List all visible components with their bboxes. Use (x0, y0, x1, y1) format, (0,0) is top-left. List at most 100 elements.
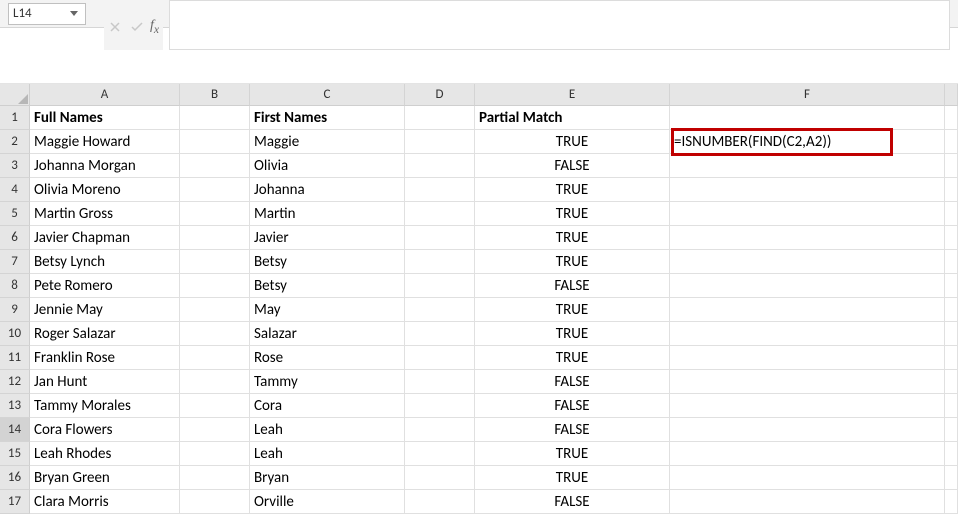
cell-F6[interactable] (670, 226, 945, 250)
fx-icon[interactable]: fx (150, 18, 159, 36)
cell-D4[interactable] (405, 178, 475, 202)
row-header[interactable]: 12 (0, 370, 30, 394)
cell-edge[interactable] (945, 106, 958, 130)
cell-C13[interactable]: Cora (250, 394, 405, 418)
cell-F4[interactable] (670, 178, 945, 202)
cell-edge[interactable] (945, 226, 958, 250)
cell-E10[interactable]: TRUE (475, 322, 670, 346)
cell-F14[interactable] (670, 418, 945, 442)
cell-A3[interactable]: Johanna Morgan (30, 154, 180, 178)
cell-F9[interactable] (670, 298, 945, 322)
cell-A9[interactable]: Jennie May (30, 298, 180, 322)
col-header-edge[interactable] (945, 84, 958, 106)
cell-D1[interactable] (405, 106, 475, 130)
cell-C9[interactable]: May (250, 298, 405, 322)
cell-E8[interactable]: FALSE (475, 274, 670, 298)
cell-E5[interactable]: TRUE (475, 202, 670, 226)
row-header[interactable]: 16 (0, 466, 30, 490)
cell-E6[interactable]: TRUE (475, 226, 670, 250)
cell-E4[interactable]: TRUE (475, 178, 670, 202)
cell-E7[interactable]: TRUE (475, 250, 670, 274)
cell-edge[interactable] (945, 370, 958, 394)
row-header[interactable]: 4 (0, 178, 30, 202)
cell-edge[interactable] (945, 346, 958, 370)
row-header[interactable]: 10 (0, 322, 30, 346)
cell-B4[interactable] (180, 178, 250, 202)
cell-F7[interactable] (670, 250, 945, 274)
cell-D17[interactable] (405, 490, 475, 514)
cell-F12[interactable] (670, 370, 945, 394)
cell-B14[interactable] (180, 418, 250, 442)
cell-B9[interactable] (180, 298, 250, 322)
row-header[interactable]: 2 (0, 130, 30, 154)
cell-E15[interactable]: TRUE (475, 442, 670, 466)
row-header[interactable]: 11 (0, 346, 30, 370)
cell-D9[interactable] (405, 298, 475, 322)
cell-E14[interactable]: FALSE (475, 418, 670, 442)
cell-edge[interactable] (945, 178, 958, 202)
cell-edge[interactable] (945, 394, 958, 418)
cell-B10[interactable] (180, 322, 250, 346)
cell-A14[interactable]: Cora Flowers (30, 418, 180, 442)
cell-B7[interactable] (180, 250, 250, 274)
cell-A4[interactable]: Olivia Moreno (30, 178, 180, 202)
cell-edge[interactable] (945, 274, 958, 298)
cell-A8[interactable]: Pete Romero (30, 274, 180, 298)
cell-edge[interactable] (945, 298, 958, 322)
cell-A16[interactable]: Bryan Green (30, 466, 180, 490)
cell-F5[interactable] (670, 202, 945, 226)
cell-C7[interactable]: Betsy (250, 250, 405, 274)
cell-B2[interactable] (180, 130, 250, 154)
cell-D14[interactable] (405, 418, 475, 442)
cell-D13[interactable] (405, 394, 475, 418)
cell-E12[interactable]: FALSE (475, 370, 670, 394)
cell-F1[interactable] (670, 106, 945, 130)
cell-A13[interactable]: Tammy Morales (30, 394, 180, 418)
cell-A6[interactable]: Javier Chapman (30, 226, 180, 250)
row-header[interactable]: 17 (0, 490, 30, 514)
cell-C10[interactable]: Salazar (250, 322, 405, 346)
cell-B11[interactable] (180, 346, 250, 370)
cell-E2[interactable]: TRUE (475, 130, 670, 154)
cell-E1[interactable]: Partial Match (475, 106, 670, 130)
cell-C3[interactable]: Olivia (250, 154, 405, 178)
cell-edge[interactable] (945, 202, 958, 226)
cell-B6[interactable] (180, 226, 250, 250)
cell-D10[interactable] (405, 322, 475, 346)
cell-D5[interactable] (405, 202, 475, 226)
cell-C2[interactable]: Maggie (250, 130, 405, 154)
col-header-C[interactable]: C (250, 84, 405, 106)
cell-C17[interactable]: Orville (250, 490, 405, 514)
cell-A5[interactable]: Martin Gross (30, 202, 180, 226)
cell-B5[interactable] (180, 202, 250, 226)
cell-E9[interactable]: TRUE (475, 298, 670, 322)
row-header[interactable]: 3 (0, 154, 30, 178)
cell-C5[interactable]: Martin (250, 202, 405, 226)
cell-B3[interactable] (180, 154, 250, 178)
row-header[interactable]: 15 (0, 442, 30, 466)
cell-F17[interactable] (670, 490, 945, 514)
cell-F15[interactable] (670, 442, 945, 466)
cell-A2[interactable]: Maggie Howard (30, 130, 180, 154)
cell-F11[interactable] (670, 346, 945, 370)
cell-D15[interactable] (405, 442, 475, 466)
cell-F3[interactable] (670, 154, 945, 178)
cell-C1[interactable]: First Names (250, 106, 405, 130)
cell-F2[interactable]: =ISNUMBER(FIND(C2,A2)) (670, 130, 945, 154)
cell-F8[interactable] (670, 274, 945, 298)
cell-C4[interactable]: Johanna (250, 178, 405, 202)
cell-D16[interactable] (405, 466, 475, 490)
cell-edge[interactable] (945, 250, 958, 274)
cell-A10[interactable]: Roger Salazar (30, 322, 180, 346)
cell-D7[interactable] (405, 250, 475, 274)
cell-B1[interactable] (180, 106, 250, 130)
cell-B12[interactable] (180, 370, 250, 394)
cell-edge[interactable] (945, 130, 958, 154)
formula-input[interactable] (176, 3, 943, 18)
cell-B17[interactable] (180, 490, 250, 514)
cell-A12[interactable]: Jan Hunt (30, 370, 180, 394)
cell-edge[interactable] (945, 442, 958, 466)
cell-C6[interactable]: Javier (250, 226, 405, 250)
cell-C12[interactable]: Tammy (250, 370, 405, 394)
cell-edge[interactable] (945, 322, 958, 346)
